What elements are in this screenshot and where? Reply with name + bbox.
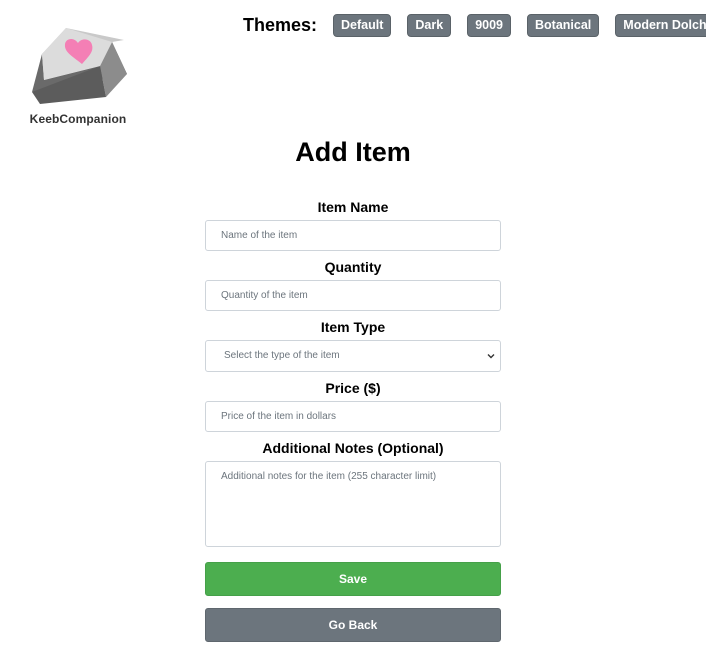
- theme-9009-button[interactable]: 9009: [467, 13, 512, 37]
- notes-label: Additional Notes (Optional): [262, 440, 444, 456]
- theme-dark-button[interactable]: Dark: [407, 13, 452, 37]
- theme-default-button[interactable]: Default: [333, 13, 392, 37]
- theme-modern-dolch-button[interactable]: Modern Dolch: [615, 13, 706, 37]
- themes-label: Themes:: [243, 14, 318, 35]
- item-name-input[interactable]: [205, 220, 501, 251]
- keycap-heart-icon: [32, 28, 127, 104]
- price-label: Price ($): [325, 380, 381, 396]
- theme-switcher: Themes: Default Dark 9009 Botanical Mode…: [243, 13, 706, 37]
- quantity-label: Quantity: [324, 259, 382, 275]
- notes-textarea[interactable]: [205, 461, 501, 547]
- page-title: Add Item: [295, 137, 411, 167]
- quantity-input[interactable]: [205, 280, 501, 311]
- item-type-select[interactable]: Select the type of the item: [205, 340, 501, 372]
- save-button[interactable]: Save: [205, 562, 501, 596]
- price-input[interactable]: [205, 401, 501, 432]
- app-logo[interactable]: KeebCompanion: [24, 22, 132, 126]
- item-type-selected-value: Select the type of the item: [224, 350, 340, 361]
- go-back-button[interactable]: Go Back: [205, 608, 501, 642]
- item-name-label: Item Name: [317, 199, 389, 215]
- item-type-label: Item Type: [320, 319, 386, 335]
- chevron-down-icon: [487, 354, 495, 359]
- app-name: KeebCompanion: [29, 112, 127, 126]
- theme-botanical-button[interactable]: Botanical: [527, 13, 600, 37]
